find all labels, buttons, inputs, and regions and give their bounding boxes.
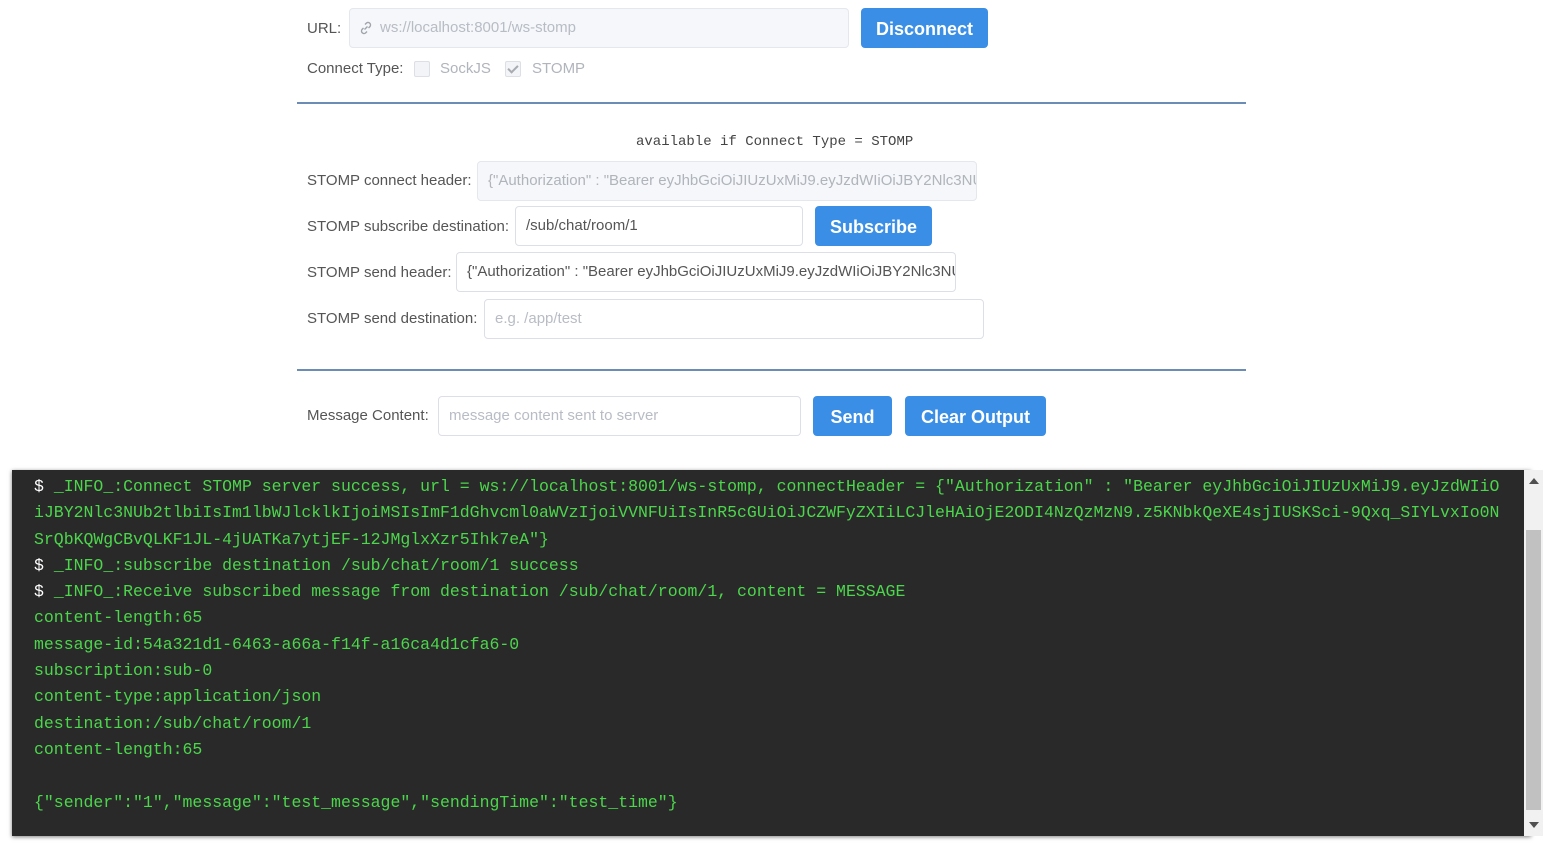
output-console[interactable]: $ _INFO_:Connect STOMP server success, u… [12, 470, 1543, 836]
stomp-label: STOMP [532, 60, 586, 77]
send-destination-label: STOMP send destination: [307, 310, 478, 327]
scroll-thumb[interactable] [1526, 530, 1541, 810]
console-line: $ _INFO_:subscribe destination /sub/chat… [34, 553, 1504, 579]
clear-output-button[interactable]: Clear Output [905, 396, 1046, 436]
subscribe-destination-label: STOMP subscribe destination: [307, 218, 510, 235]
disconnect-button[interactable]: Disconnect [861, 8, 988, 48]
console-line-text: subscription:sub-0 [34, 661, 213, 681]
console-line-text: content-length:65 [34, 739, 203, 759]
console-line: message-id:54a321d1-6463-a66a-f14f-a16ca… [34, 632, 1504, 658]
console-line-text: _INFO_:subscribe destination /sub/chat/r… [53, 555, 579, 575]
subscribe-destination-input[interactable]: /sub/chat/room/1 [515, 206, 803, 246]
scroll-down-arrow-icon[interactable] [1529, 822, 1539, 828]
console-line-text: destination:/sub/chat/room/1 [34, 713, 312, 733]
section-divider [297, 102, 1246, 104]
section-divider [297, 369, 1246, 371]
console-line: subscription:sub-0 [34, 658, 1504, 684]
stomp-checkbox[interactable] [505, 61, 521, 77]
console-prompt: $ [34, 582, 54, 602]
url-input[interactable]: ws://localhost:8001/ws-stomp [349, 8, 849, 48]
connect-header-input[interactable]: {"Authorization" : "Bearer eyJhbGciOiJIU… [477, 161, 977, 201]
message-content-input[interactable]: message content sent to server [438, 396, 801, 436]
send-header-input[interactable]: {"Authorization" : "Bearer eyJhbGciOiJIU… [456, 252, 956, 292]
sockjs-checkbox[interactable] [414, 61, 430, 77]
console-prompt: $ [34, 477, 54, 496]
url-label: URL: [307, 20, 342, 37]
send-destination-input[interactable]: e.g. /app/test [484, 299, 984, 339]
console-line: destination:/sub/chat/room/1 [34, 711, 1504, 737]
subscribe-button[interactable]: Subscribe [815, 206, 932, 246]
console-line-text: _INFO_:Connect STOMP server success, url… [34, 477, 1500, 549]
console-line: {"sender":"1","message":"test_message","… [34, 790, 1504, 816]
console-output-text: $ _INFO_:Connect STOMP server success, u… [34, 474, 1504, 816]
send-destination-placeholder: e.g. /app/test [495, 310, 582, 327]
console-line-text: message-id:54a321d1-6463-a66a-f14f-a16ca… [34, 634, 520, 654]
console-prompt: $ [34, 555, 54, 575]
sockjs-label: SockJS [440, 60, 491, 77]
connect-type-label: Connect Type: [307, 60, 404, 77]
scroll-up-arrow-icon[interactable] [1529, 478, 1539, 484]
link-icon [360, 21, 372, 35]
console-line: content-type:application/json [34, 684, 1504, 710]
url-placeholder: ws://localhost:8001/ws-stomp [380, 19, 576, 36]
message-content-placeholder: message content sent to server [449, 407, 659, 424]
message-content-label: Message Content: [307, 407, 429, 424]
console-line: content-length:65 [34, 605, 1504, 631]
console-line-text: _INFO_:Receive subscribed message from d… [53, 582, 906, 602]
console-line-text: {"sender":"1","message":"test_message","… [34, 792, 678, 812]
console-line-text: content-length:65 [34, 608, 203, 628]
send-header-label: STOMP send header: [307, 264, 452, 281]
console-line: $ _INFO_:Receive subscribed message from… [34, 579, 1504, 605]
console-line: $ _INFO_:Connect STOMP server success, u… [34, 474, 1504, 553]
connect-header-label: STOMP connect header: [307, 172, 472, 189]
console-scrollbar[interactable] [1524, 470, 1543, 836]
console-line-text: content-type:application/json [34, 687, 322, 707]
send-button[interactable]: Send [813, 396, 892, 436]
console-line: content-length:65 [34, 737, 1504, 763]
stomp-availability-note: available if Connect Type = STOMP [636, 134, 914, 150]
